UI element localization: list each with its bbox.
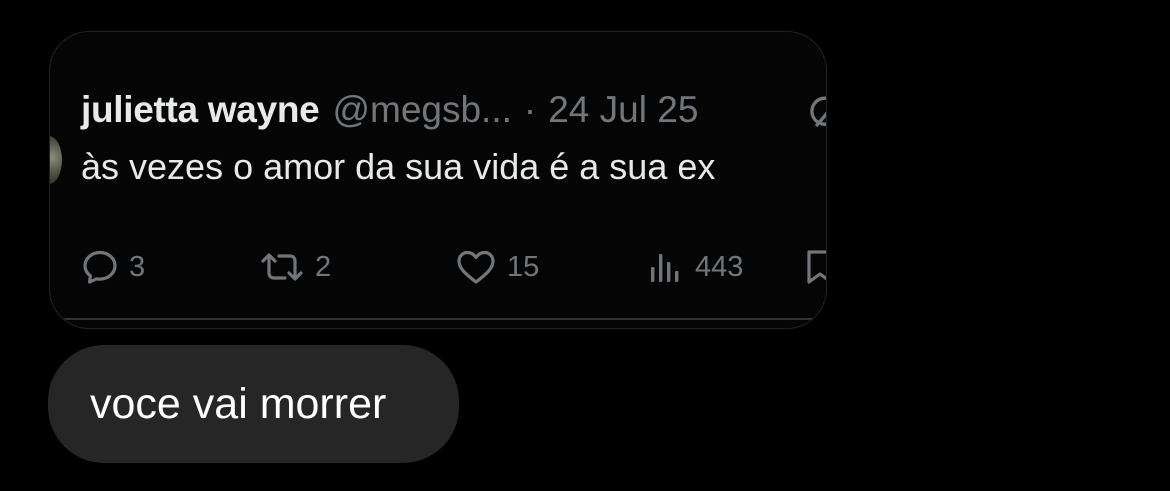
message-bubble[interactable]: voce vai morrer bbox=[48, 345, 459, 463]
author-handle[interactable]: @megsb... bbox=[332, 89, 511, 131]
message-text: voce vai morrer bbox=[90, 379, 387, 428]
tweet-date[interactable]: 24 Jul 25 bbox=[548, 89, 698, 131]
tweet-actions: 3 2 15 443 bbox=[81, 244, 826, 290]
like-icon bbox=[455, 248, 497, 286]
chat-screen: julietta wayne @megsb... · 24 Jul 25 às … bbox=[0, 0, 1170, 491]
card-divider bbox=[50, 318, 826, 320]
repost-button[interactable]: 2 bbox=[259, 244, 331, 290]
views-button[interactable]: 443 bbox=[647, 244, 743, 290]
repost-icon bbox=[259, 248, 305, 286]
bookmark-button[interactable] bbox=[805, 244, 826, 290]
header-separator: · bbox=[523, 89, 537, 130]
tweet-text: às vezes o amor da sua vida é a sua ex bbox=[81, 146, 716, 187]
reply-icon bbox=[81, 248, 119, 286]
shared-tweet-card[interactable]: julietta wayne @megsb... · 24 Jul 25 às … bbox=[49, 31, 827, 329]
author-avatar[interactable] bbox=[50, 136, 62, 184]
reply-count: 3 bbox=[129, 250, 146, 283]
author-name[interactable]: julietta wayne bbox=[81, 89, 320, 131]
reply-button[interactable]: 3 bbox=[81, 244, 145, 290]
views-count: 443 bbox=[695, 250, 744, 283]
views-icon bbox=[647, 248, 685, 286]
grok-icon[interactable] bbox=[806, 92, 826, 132]
like-count: 15 bbox=[507, 250, 540, 283]
repost-count: 2 bbox=[315, 250, 332, 283]
tweet-header: julietta wayne @megsb... · 24 Jul 25 bbox=[81, 89, 698, 131]
like-button[interactable]: 15 bbox=[455, 244, 539, 290]
bookmark-icon bbox=[805, 248, 826, 286]
